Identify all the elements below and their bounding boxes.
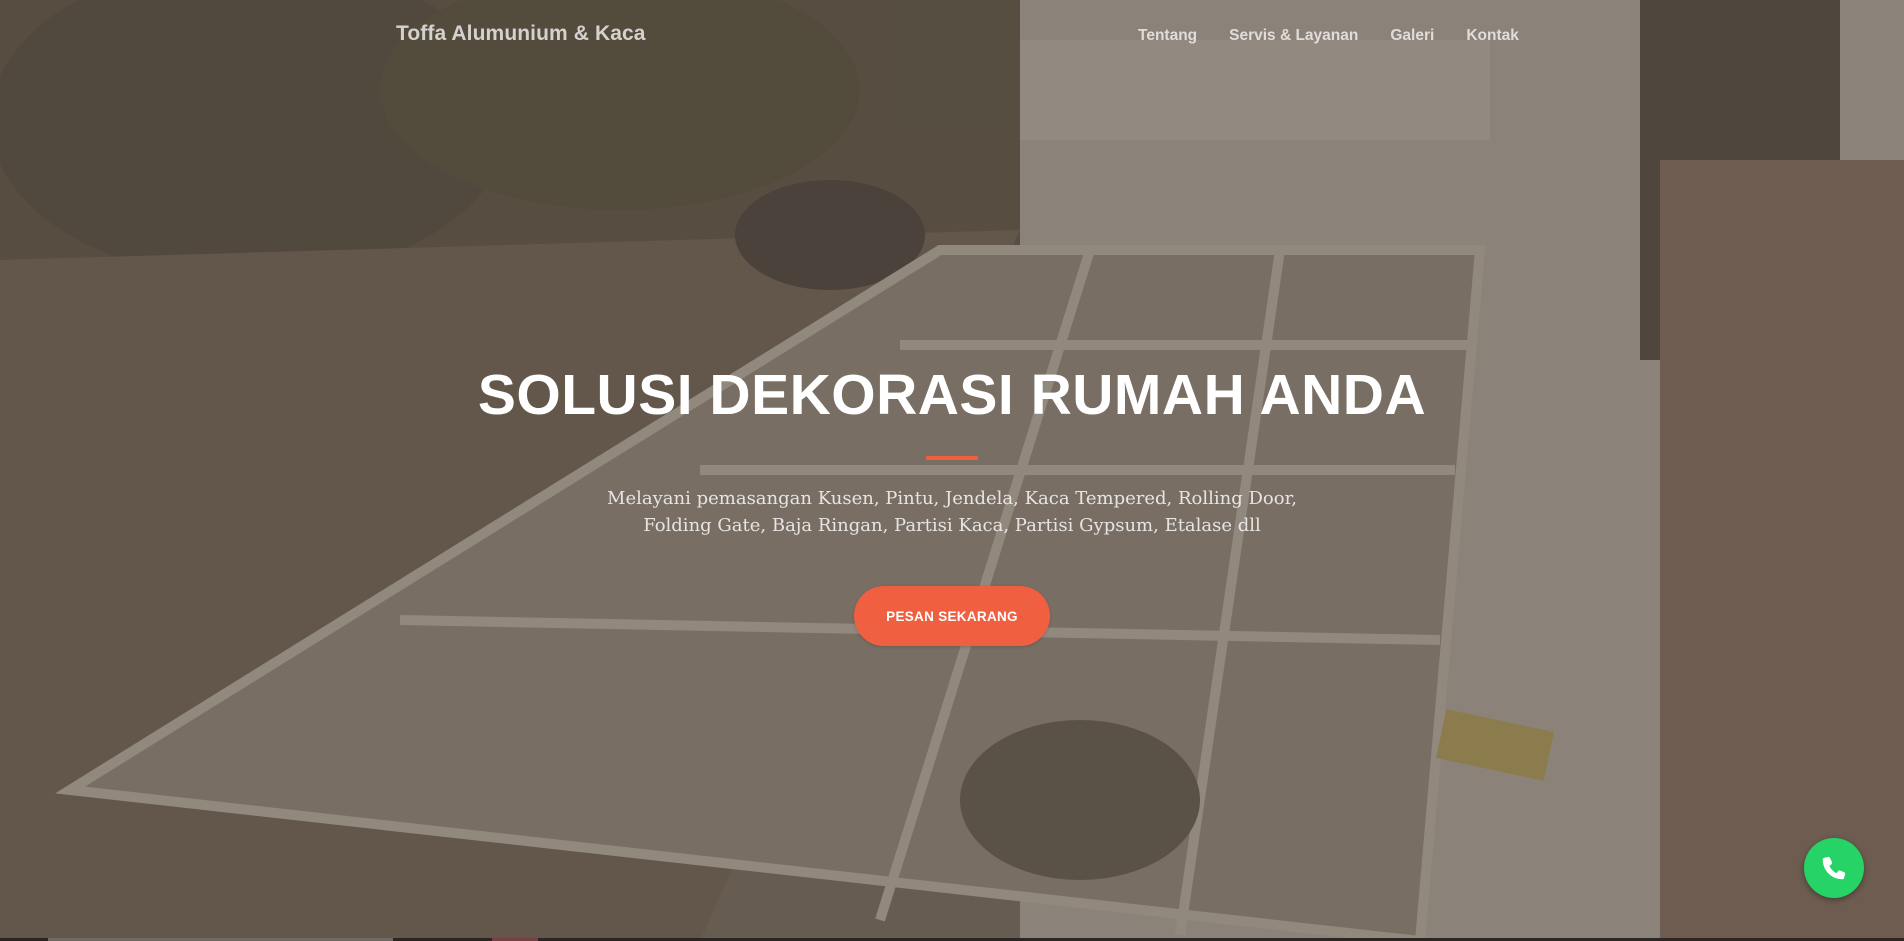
nav-link-servis-layanan[interactable]: Servis & Layanan [1229,27,1358,45]
hero-headline: SOLUSI DEKORASI RUMAH ANDA [477,363,1427,427]
hero-overlay [0,0,1904,941]
whatsapp-call-button[interactable] [1804,838,1864,898]
nav-link-tentang[interactable]: Tentang [1138,27,1197,45]
hero-subtitle-line-2: Folding Gate, Baja Ringan, Partisi Kaca,… [643,515,1261,536]
nav-links: Tentang Servis & Layanan Galeri Kontak [1138,27,1551,45]
order-now-button[interactable]: PESAN SEKARANG [854,586,1050,646]
nav-link-kontak[interactable]: Kontak [1466,27,1519,45]
brand-logo-link[interactable]: Toffa Alumunium & Kaca [396,22,646,46]
hero-section: Toffa Alumunium & Kaca Tentang Servis & … [0,0,1904,941]
hero-subtitle-line-1: Melayani pemasangan Kusen, Pintu, Jendel… [607,488,1297,509]
phone-icon [1822,856,1846,880]
headline-divider [926,456,978,460]
hero-subtitle: Melayani pemasangan Kusen, Pintu, Jendel… [552,485,1352,539]
nav-link-galeri[interactable]: Galeri [1390,27,1434,45]
top-navbar: Toffa Alumunium & Kaca Tentang Servis & … [0,0,1904,72]
